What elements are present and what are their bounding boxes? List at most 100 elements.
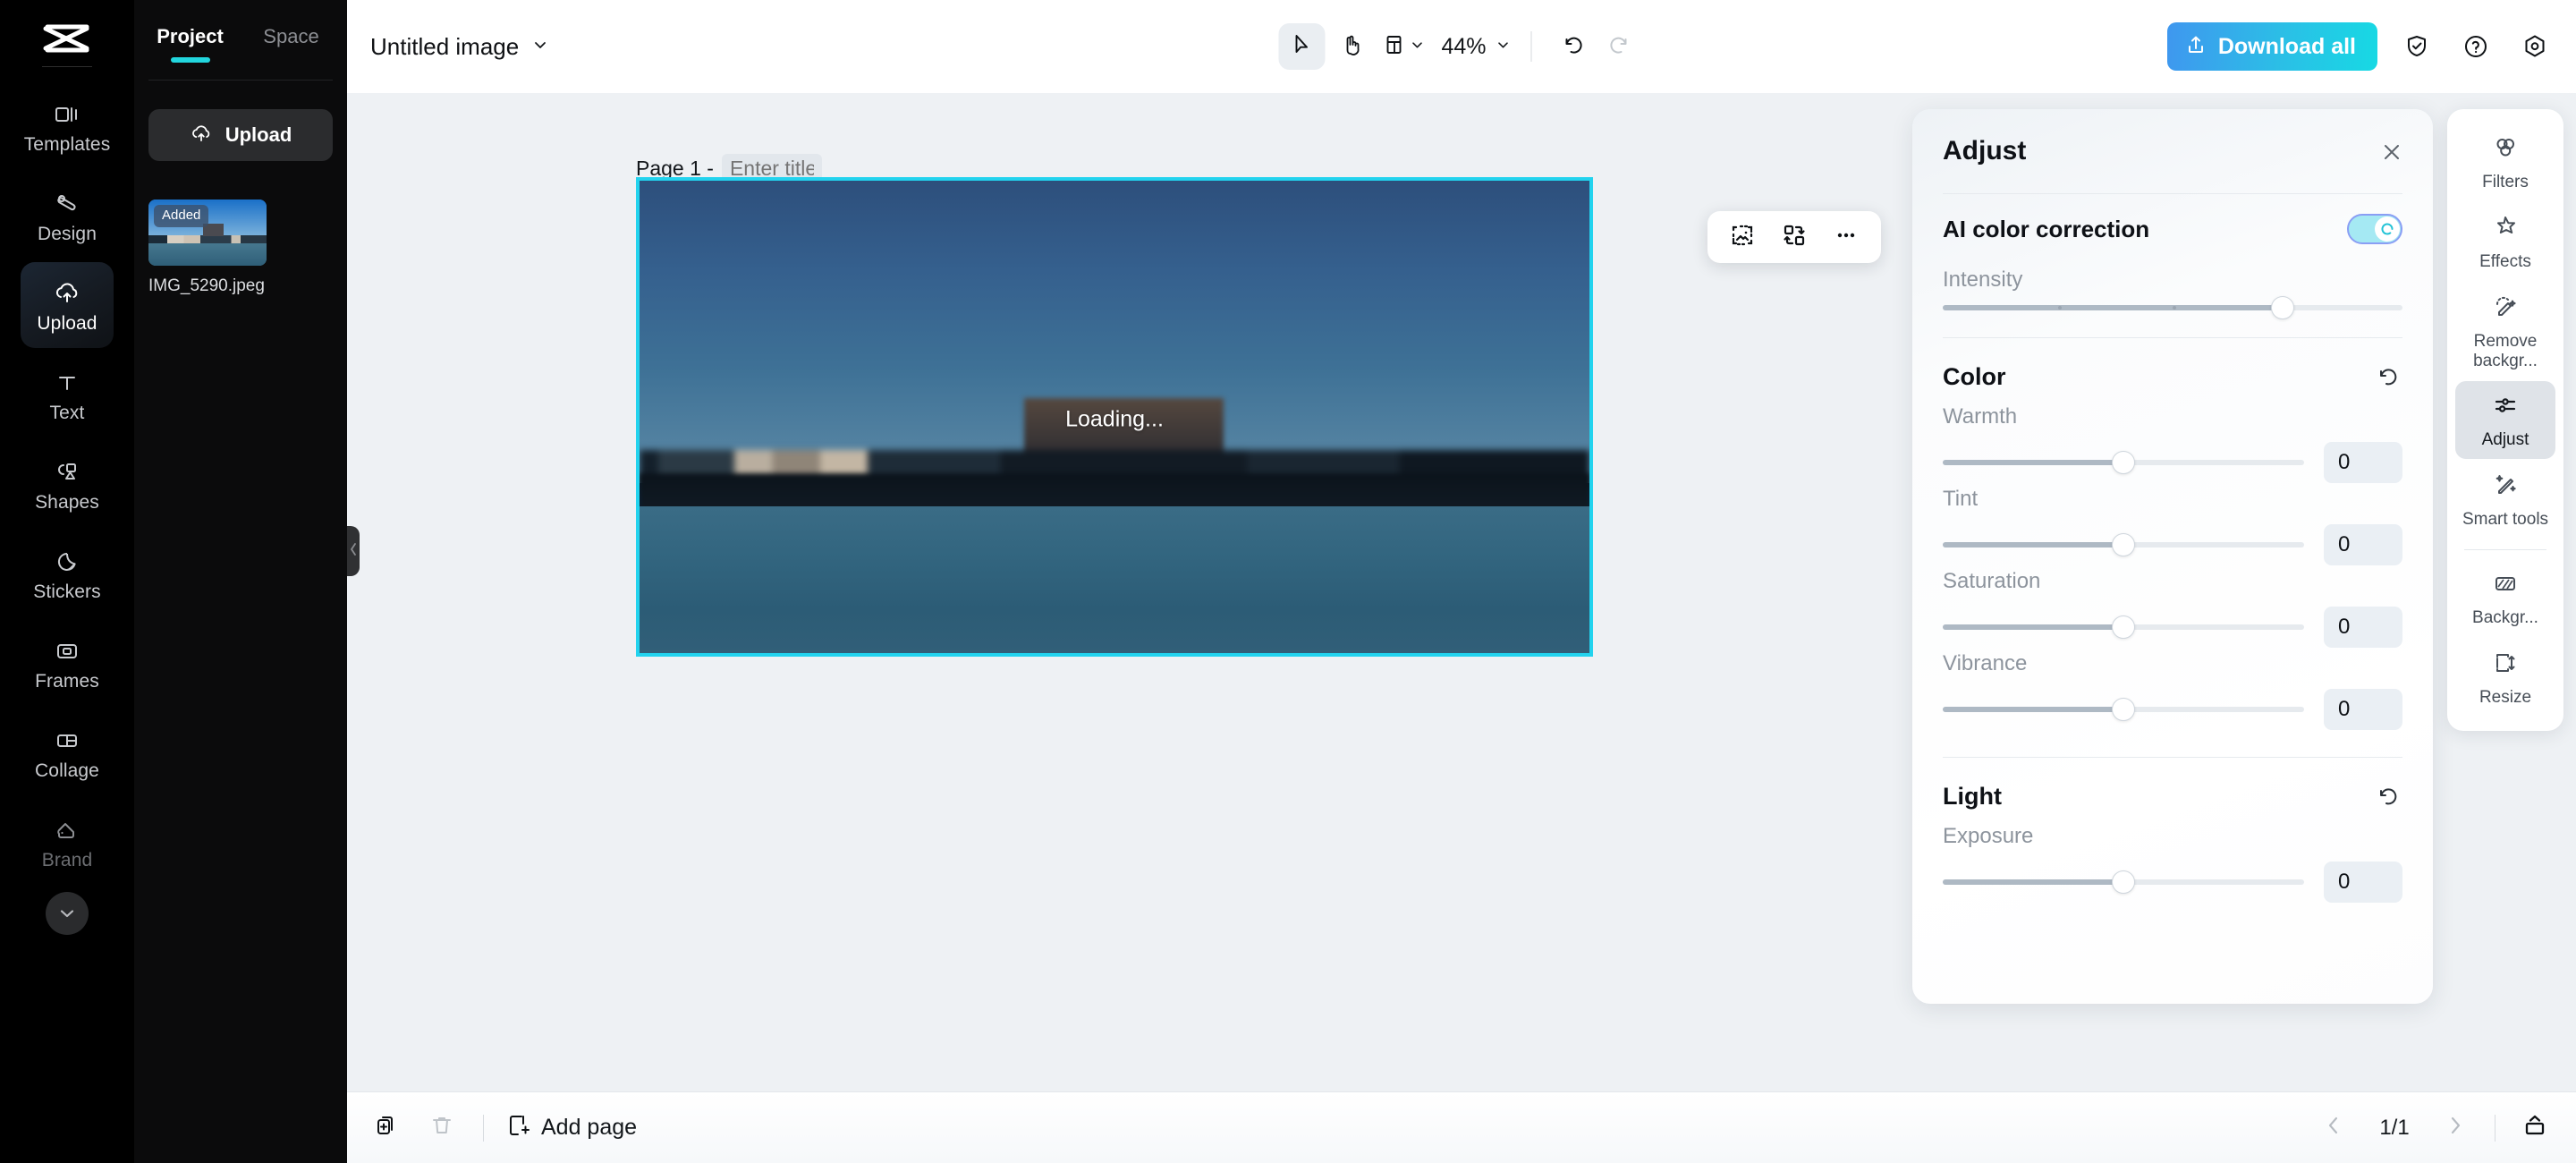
undo-button[interactable] [1548, 23, 1595, 70]
light-sliders: Exposure [1912, 824, 2433, 903]
document-title[interactable]: Untitled image [370, 33, 549, 61]
top-toolbar: Untitled image [347, 0, 2576, 93]
sidebar-item-label: Stickers [33, 582, 100, 601]
ai-color-correction-row: AI color correction [1912, 194, 2433, 264]
asset-thumbnail[interactable]: Added [148, 199, 267, 266]
close-icon[interactable] [2376, 136, 2408, 168]
upload-button[interactable]: Upload [148, 109, 333, 161]
tool-resize[interactable]: Resize [2455, 639, 2555, 717]
crop-image-button[interactable] [1720, 216, 1765, 258]
color-sliders: Warmth Tint Saturation [1912, 404, 2433, 730]
capcut-logo[interactable] [36, 16, 98, 63]
layout-selector[interactable] [1379, 33, 1429, 61]
section-title: Light [1943, 783, 2002, 811]
exposure-slider-thumb[interactable] [2112, 870, 2135, 894]
sticker-icon [52, 547, 82, 577]
tool-remove-background[interactable]: Remove backgr... [2455, 283, 2555, 380]
sidebar-item-stickers[interactable]: Stickers [21, 531, 114, 616]
sidebar-item-upload[interactable]: Upload [21, 262, 114, 348]
redo-button[interactable] [1598, 23, 1645, 70]
vibrance-slider[interactable] [1943, 707, 2304, 712]
panel-tab-divider [148, 80, 333, 81]
tab-space[interactable]: Space [241, 20, 342, 48]
intensity-slider-thumb[interactable] [2271, 296, 2294, 319]
loading-text: Loading... [640, 406, 1589, 432]
vibrance-slider-thumb[interactable] [2112, 698, 2135, 721]
tool-adjust[interactable]: Adjust [2455, 381, 2555, 459]
upload-cloud-icon [52, 278, 82, 309]
left-icon-rail: Templates Design Upload [0, 0, 134, 1163]
add-page-button[interactable]: Add page [505, 1113, 637, 1142]
sidebar-item-frames[interactable]: Frames [21, 620, 114, 706]
bottom-bar: Add page 1/1 [347, 1091, 2576, 1163]
sidebar-item-text[interactable]: Text [21, 352, 114, 437]
ai-color-correction-toggle[interactable] [2347, 214, 2402, 244]
tool-effects[interactable]: Effects [2455, 203, 2555, 281]
sidebar-item-shapes[interactable]: Shapes [21, 441, 114, 527]
expand-panel-button[interactable] [2515, 1108, 2555, 1148]
question-circle-icon[interactable] [2456, 27, 2496, 66]
sidebar-item-collage[interactable]: Collage [21, 709, 114, 795]
tint-value[interactable] [2324, 524, 2402, 565]
select-tool-button[interactable] [1279, 23, 1326, 70]
panel-collapse-handle[interactable] [347, 526, 360, 576]
warmth-value[interactable] [2324, 442, 2402, 483]
exposure-slider[interactable] [1943, 879, 2304, 885]
right-tool-rail: Filters Effects Remove [2447, 109, 2563, 731]
duplicate-page-button[interactable] [367, 1108, 406, 1148]
tint-slider[interactable] [1943, 542, 2304, 548]
tint-slider-thumb[interactable] [2112, 533, 2135, 556]
ellipsis-icon [1833, 222, 1860, 253]
topbar-actions: Download all [2167, 22, 2555, 71]
upload-cloud-icon [190, 122, 213, 149]
saturation-slider-thumb[interactable] [2112, 615, 2135, 639]
saturation-slider[interactable] [1943, 624, 2304, 630]
page-count: 1/1 [2368, 1116, 2421, 1141]
warmth-label: Warmth [1912, 404, 2433, 429]
tool-background[interactable]: Backgr... [2455, 559, 2555, 637]
download-all-label: Download all [2218, 34, 2356, 60]
shield-check-icon[interactable] [2397, 27, 2436, 66]
magic-eraser-icon [2492, 293, 2519, 325]
sidebar-item-brand[interactable]: Brand [21, 799, 114, 885]
intensity-slider[interactable] [1943, 305, 2402, 310]
asset-item[interactable]: Added IMG_5290.jpeg [148, 199, 267, 296]
replace-image-button[interactable] [1772, 216, 1817, 258]
reset-icon[interactable] [2372, 361, 2402, 392]
hand-icon [1341, 33, 1364, 61]
sidebar-item-design[interactable]: Design [21, 173, 114, 259]
rail-divider [42, 66, 92, 67]
saturation-value[interactable] [2324, 607, 2402, 648]
warmth-slider-fill [1943, 460, 2123, 465]
chevron-down-icon[interactable] [531, 36, 549, 58]
saturation-slider-fill [1943, 624, 2123, 630]
sidebar-item-label: Brand [42, 851, 93, 870]
next-page-button[interactable] [2436, 1108, 2475, 1148]
reset-icon[interactable] [2372, 781, 2402, 811]
delete-page-button[interactable] [422, 1108, 462, 1148]
gear-hex-icon[interactable] [2515, 27, 2555, 66]
saturation-label: Saturation [1912, 569, 2433, 594]
trash-icon [429, 1113, 454, 1142]
vibrance-value[interactable] [2324, 689, 2402, 730]
tool-smart-tools[interactable]: Smart tools [2455, 461, 2555, 539]
artboard[interactable]: Loading... [636, 177, 1593, 657]
swap-shapes-icon [1781, 222, 1808, 253]
prev-page-button[interactable] [2314, 1108, 2353, 1148]
zoom-selector[interactable]: 44% [1433, 34, 1515, 60]
tool-filters[interactable]: Filters [2455, 123, 2555, 201]
more-options-button[interactable] [1824, 216, 1868, 258]
warmth-slider[interactable] [1943, 460, 2304, 465]
hand-tool-button[interactable] [1329, 23, 1376, 70]
intensity-slider-tick [2058, 306, 2062, 310]
sidebar-item-templates[interactable]: Templates [21, 83, 114, 169]
chevron-down-icon [1410, 37, 1426, 57]
exposure-value[interactable] [2324, 862, 2402, 903]
warmth-slider-thumb[interactable] [2112, 451, 2135, 474]
tab-project[interactable]: Project [140, 20, 241, 48]
document-title-label: Untitled image [370, 33, 519, 61]
share-upload-icon [2185, 34, 2207, 60]
download-all-button[interactable]: Download all [2167, 22, 2377, 71]
chevron-down-icon[interactable] [46, 892, 89, 935]
artboard-water [640, 506, 1589, 653]
